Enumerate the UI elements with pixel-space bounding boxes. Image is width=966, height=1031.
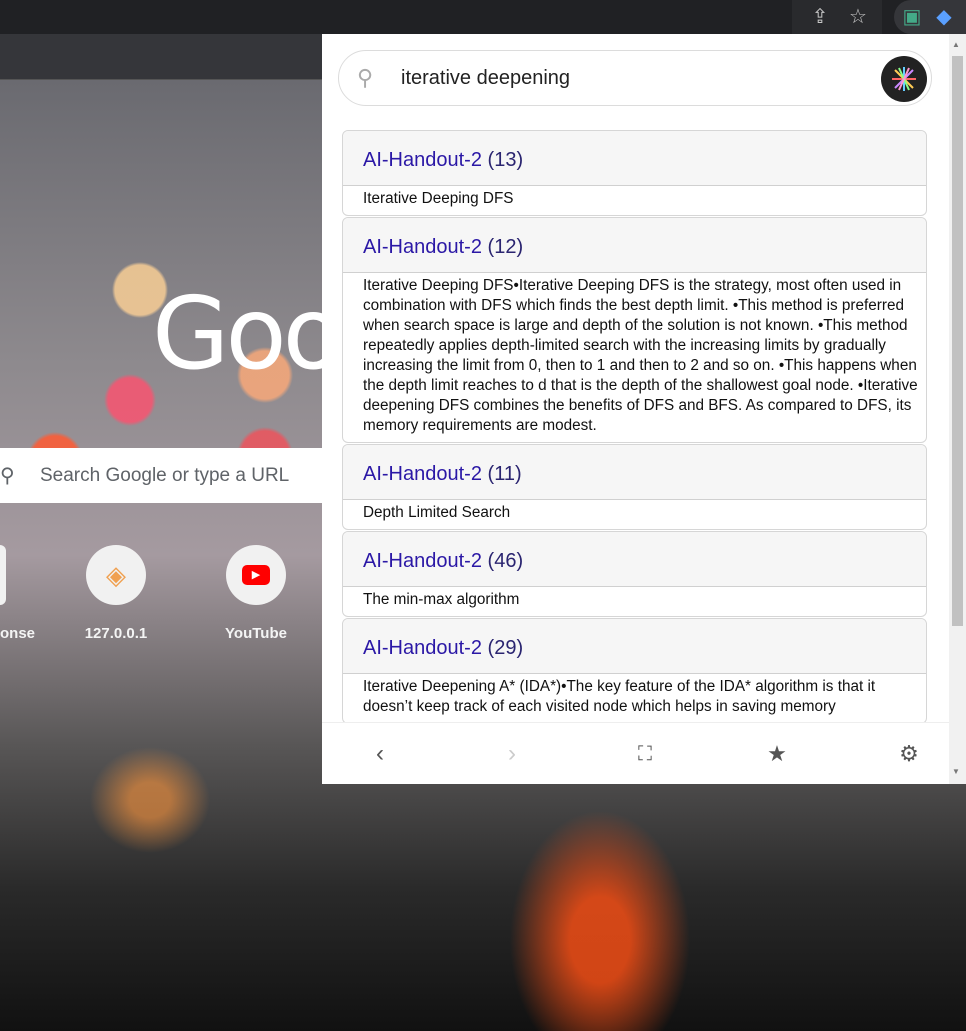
result-snippet: Iterative Deepening A* (IDA*)•The key fe… [363,678,876,715]
result-card[interactable]: AI-Handout-2 (13) Iterative Deeping DFS [342,130,927,216]
result-title[interactable]: AI-Handout-2 [363,550,482,572]
shortcut-label: YouTube [225,625,287,642]
extensions-area: ▣ ◆ [894,0,966,34]
omnibox-end: ⇪ ☆ [792,0,882,34]
bookmark-star-icon[interactable]: ☆ [846,5,870,29]
shortcut[interactable]: ▶ YouTube [201,545,311,642]
result-card[interactable]: AI-Handout-2 (46) The min-max algorithm [342,531,927,617]
scrollbar-thumb[interactable] [952,56,963,626]
back-icon[interactable]: ‹ [365,739,395,769]
result-page: (11) [487,463,522,485]
shortcut-icon [0,545,6,605]
result-snippet: Depth Limited Search [363,504,511,521]
google-search-box[interactable]: ⚲ Search Google or type a URL [0,448,322,503]
shortcut-label: onse [0,625,36,642]
result-card[interactable]: AI-Handout-2 (29) Iterative Deepening A* … [342,618,927,724]
star-icon[interactable]: ★ [762,739,792,769]
extension-active-icon[interactable]: ◆ [932,5,956,29]
result-title[interactable]: AI-Handout-2 [363,236,482,258]
google-logo: Goo [152,275,344,392]
extension-popup: ⚲ AI-Handout-2 (13) Iterative Deeping DFS… [322,34,966,784]
forward-icon[interactable]: › [497,739,527,769]
layers-icon: ◈ [86,545,146,605]
settings-icon[interactable]: ⚙ [894,739,924,769]
starburst-icon [892,67,916,91]
result-page: (46) [487,550,524,572]
result-title[interactable]: AI-Handout-2 [363,149,482,171]
extension-icon[interactable]: ▣ [900,5,924,29]
scrollbar[interactable]: ▲ ▼ [949,34,966,784]
result-card[interactable]: AI-Handout-2 (12) Iterative Deeping DFS•I… [342,217,927,443]
scroll-down-icon[interactable]: ▼ [952,767,960,776]
result-title[interactable]: AI-Handout-2 [363,463,482,485]
search-input[interactable] [401,66,841,90]
fullscreen-icon[interactable]: ⛶ [630,739,660,769]
scroll-up-icon[interactable]: ▲ [952,40,960,49]
search-icon: ⚲ [0,465,15,487]
shortcut-label: 127.0.0.1 [84,625,148,642]
results-list: AI-Handout-2 (13) Iterative Deeping DFS A… [342,130,927,725]
share-icon[interactable]: ⇪ [808,5,832,29]
youtube-icon: ▶ [226,545,286,605]
result-page: (13) [487,149,524,171]
result-snippet: The min-max algorithm [363,591,520,608]
search-icon: ⚲ [357,65,374,90]
result-snippet: Iterative Deeping DFS [363,190,514,207]
browser-toolbar: ⇪ ☆ ▣ ◆ [0,0,966,34]
result-title[interactable]: AI-Handout-2 [363,637,482,659]
search-placeholder: Search Google or type a URL [40,464,290,486]
popup-footer: ‹ › ⛶ ★ ⚙ [322,722,949,784]
app-logo-button[interactable] [881,56,927,102]
bookmarks-bar [0,34,322,80]
search-bar: ⚲ [338,50,932,106]
result-card[interactable]: AI-Handout-2 (11) Depth Limited Search [342,444,927,530]
result-page: (29) [487,637,524,659]
shortcut[interactable]: ◈ 127.0.0.1 [61,545,171,642]
result-snippet: Iterative Deeping DFS•Iterative Deeping … [363,277,918,434]
result-page: (12) [487,236,524,258]
shortcut[interactable]: onse [0,545,40,642]
